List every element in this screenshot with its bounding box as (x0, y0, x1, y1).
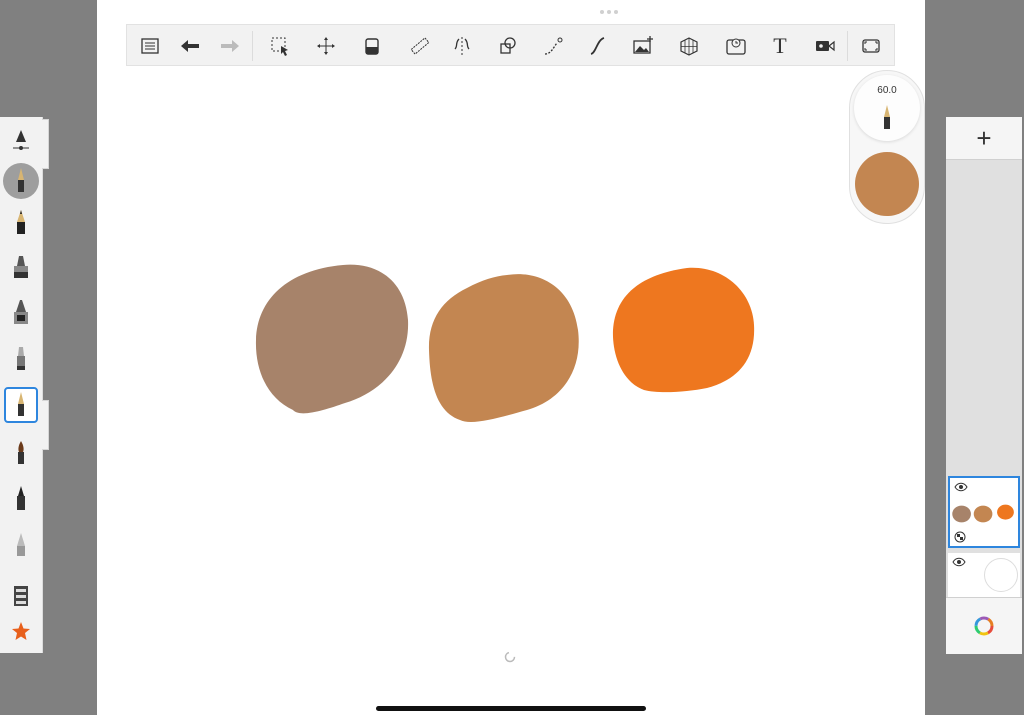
eye-icon[interactable] (954, 482, 968, 492)
brown-blob (255, 264, 409, 414)
symmetry-icon[interactable] (449, 33, 475, 59)
top-toolbar: T (126, 24, 895, 66)
ink-pen-brush-circle-icon[interactable] (3, 163, 39, 199)
perspective-icon[interactable] (676, 33, 702, 59)
undo-icon[interactable] (177, 33, 203, 59)
fullscreen-icon[interactable] (858, 33, 884, 59)
drawing-canvas[interactable] (97, 0, 925, 715)
curve-icon[interactable] (540, 33, 566, 59)
ink-pen-brush-icon[interactable] (4, 387, 38, 423)
color-editor-button[interactable] (946, 597, 1022, 654)
ruler-icon[interactable] (407, 33, 433, 59)
shapes-icon[interactable] (495, 33, 521, 59)
paint-bucket-icon[interactable] (359, 33, 385, 59)
selection-icon[interactable] (267, 33, 293, 59)
tan-blob (428, 274, 579, 422)
text-icon[interactable]: T (767, 33, 793, 59)
brush-palette (0, 117, 43, 653)
brush-size-control[interactable]: 60.0 (854, 75, 920, 141)
brush-puck[interactable]: 60.0 (849, 70, 925, 224)
current-color-swatch[interactable] (855, 152, 919, 216)
brush-opacity-slider-handle[interactable] (42, 400, 49, 450)
home-indicator[interactable] (376, 706, 646, 711)
eraser-brush-icon[interactable] (4, 527, 38, 563)
pencil-brush-icon[interactable] (4, 205, 38, 241)
background-layer[interactable] (948, 553, 1020, 597)
layer-1[interactable] (948, 476, 1020, 548)
time-lapse-icon[interactable] (723, 33, 749, 59)
layer-thumbnail (952, 504, 1014, 523)
background-swatch[interactable] (984, 558, 1018, 592)
color-wheel-icon (974, 616, 994, 636)
redo-icon[interactable] (217, 33, 243, 59)
layer-blend-icon[interactable] (954, 531, 966, 543)
favorite-star-icon[interactable] (4, 613, 38, 649)
brush-size-slider-handle[interactable] (42, 119, 49, 169)
orange-blob (612, 267, 755, 393)
paint-brush-icon[interactable] (4, 435, 38, 471)
brush-library-icon[interactable] (4, 577, 38, 613)
eye-icon[interactable] (952, 557, 966, 567)
layers-panel: + (946, 117, 1022, 654)
marker-brush-icon[interactable] (4, 249, 38, 285)
loading-spinner-icon (504, 651, 516, 663)
add-image-icon[interactable] (630, 33, 656, 59)
transform-move-icon[interactable] (313, 33, 339, 59)
chisel-brush-icon[interactable] (4, 341, 38, 377)
video-icon[interactable] (812, 33, 838, 59)
brush-properties-icon[interactable] (4, 121, 38, 157)
menu-list-icon[interactable] (137, 33, 163, 59)
canvas-artwork[interactable] (97, 0, 925, 715)
ink-pen-icon (884, 105, 890, 129)
felt-pen-icon[interactable] (4, 481, 38, 517)
brush-size-value: 60.0 (877, 85, 897, 96)
stroke-icon[interactable] (585, 33, 611, 59)
airbrush-icon[interactable] (4, 295, 38, 331)
add-layer-button[interactable]: + (946, 117, 1022, 160)
